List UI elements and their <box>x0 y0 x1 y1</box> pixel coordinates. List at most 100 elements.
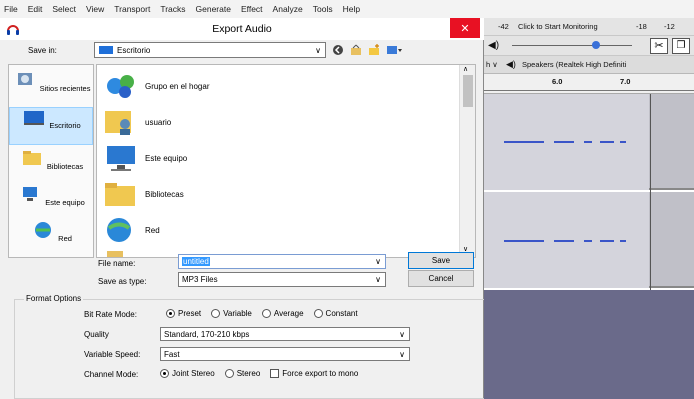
chevron-down-icon[interactable]: ∨ <box>375 257 381 266</box>
network-icon <box>35 222 52 238</box>
quality-select[interactable]: Standard, 170-210 kbps ∨ <box>160 327 410 341</box>
libraries-icon <box>105 183 135 206</box>
radio-stereo[interactable]: Stereo <box>224 369 260 378</box>
save-in-label: Save in: <box>28 46 57 55</box>
places-sidebar: Sitios recientes Escritorio Bibliotecas … <box>8 64 94 258</box>
file-name-input[interactable]: untitled ∨ <box>178 254 386 269</box>
menu-bar: File Edit Select View Transport Tracks G… <box>0 0 694 18</box>
vertical-scrollbar[interactable]: ∧ ∨ <box>459 65 475 257</box>
waveform <box>584 240 592 242</box>
radio-constant[interactable]: Constant <box>313 309 358 318</box>
menu-file[interactable]: File <box>4 4 18 14</box>
back-icon[interactable] <box>332 44 344 56</box>
list-item-bibliotecas[interactable]: Bibliotecas <box>103 179 184 209</box>
libraries-icon <box>22 151 41 165</box>
menu-analyze[interactable]: Analyze <box>273 4 303 14</box>
file-name-label: File name: <box>98 259 136 268</box>
list-item-grupo-hogar[interactable]: Grupo en el hogar <box>103 71 210 101</box>
computer-icon <box>23 187 38 201</box>
timeline-ruler[interactable]: 6.0 7.0 <box>484 74 694 94</box>
dialog-title: Export Audio <box>212 23 272 35</box>
bit-rate-mode-radios: Preset Variable Average Constant <box>166 309 368 318</box>
chevron-up-icon[interactable]: ∧ <box>463 65 468 73</box>
channel-mode-radios: Joint Stereo Stereo Force export to mono <box>160 369 368 378</box>
up-folder-icon[interactable] <box>350 44 362 56</box>
force-mono-checkbox[interactable]: Force export to mono <box>270 369 358 378</box>
place-escritorio[interactable]: Escritorio <box>9 107 93 145</box>
channel-mode-label: Channel Mode: <box>84 370 139 379</box>
computer-icon <box>107 146 135 171</box>
view-menu-icon[interactable] <box>386 44 402 56</box>
monitor-button[interactable]: Click to Start Monitoring <box>518 22 598 31</box>
audio-track-right[interactable] <box>484 192 694 288</box>
waveform <box>504 141 544 143</box>
checkbox[interactable] <box>270 369 280 378</box>
copy-icon[interactable]: ❐ <box>672 38 690 54</box>
cut-icon[interactable]: ✂ <box>650 38 668 54</box>
place-este-equipo[interactable]: Este equipo <box>9 185 93 207</box>
menu-select[interactable]: Select <box>52 4 76 14</box>
chevron-down-icon: ∨ <box>375 275 381 284</box>
save-button[interactable]: Save <box>408 252 474 269</box>
waveform <box>584 141 592 143</box>
save-as-type-label: Save as type: <box>98 277 147 286</box>
waveform <box>554 240 574 242</box>
ruler-label-6: 6.0 <box>552 77 563 86</box>
list-item-partial[interactable] <box>103 249 145 257</box>
menu-tools[interactable]: Tools <box>313 4 333 14</box>
mixer-toolbar: ◀) ✂ ❐ <box>484 36 694 56</box>
cancel-button[interactable]: Cancel <box>408 270 474 287</box>
radio-joint-stereo[interactable]: Joint Stereo <box>160 369 215 378</box>
output-device-select[interactable]: Speakers (Realtek High Definiti <box>522 60 626 69</box>
radio-preset[interactable]: Preset <box>166 309 201 318</box>
menu-generate[interactable]: Generate <box>196 4 231 14</box>
radio-variable[interactable]: Variable <box>211 309 252 318</box>
recent-places-icon <box>17 73 32 85</box>
waveform <box>600 240 614 242</box>
radio-unselected[interactable] <box>261 309 271 318</box>
bit-rate-mode-label: Bit Rate Mode: <box>84 310 137 319</box>
meter-scale-18: -18 <box>636 22 647 31</box>
radio-unselected[interactable] <box>313 309 323 318</box>
menu-view[interactable]: View <box>86 4 104 14</box>
radio-unselected[interactable] <box>224 369 234 378</box>
radio-selected[interactable] <box>166 309 175 318</box>
menu-transport[interactable]: Transport <box>114 4 150 14</box>
save-as-type-value: MP3 Files <box>182 275 218 284</box>
output-speaker-icon: ◀) <box>506 59 516 69</box>
file-list[interactable]: Grupo en el hogar usuario Este equipo Bi… <box>96 64 476 258</box>
audio-track-left[interactable] <box>484 94 694 190</box>
desktop-folder-icon <box>99 46 113 54</box>
new-folder-icon[interactable] <box>368 44 380 56</box>
variable-speed-select[interactable]: Fast ∨ <box>160 347 410 361</box>
radio-selected[interactable] <box>160 369 169 378</box>
place-red[interactable]: Red <box>9 221 93 243</box>
list-item-red[interactable]: Red <box>103 215 160 245</box>
scrollbar-thumb[interactable] <box>463 75 473 107</box>
device-toolbar: h ∨ ◀) Speakers (Realtek High Definiti <box>484 56 694 74</box>
chevron-down-icon[interactable]: h ∨ <box>486 60 498 69</box>
menu-help[interactable]: Help <box>343 4 360 14</box>
waveform <box>504 240 544 242</box>
list-item-usuario[interactable]: usuario <box>103 107 171 137</box>
volume-slider-track[interactable] <box>512 45 632 46</box>
track-area-empty[interactable] <box>484 290 694 399</box>
dialog-titlebar[interactable]: Export Audio ✕ <box>0 18 484 40</box>
close-button[interactable]: ✕ <box>450 18 480 38</box>
save-as-type-select[interactable]: MP3 Files ∨ <box>178 272 386 287</box>
radio-unselected[interactable] <box>211 309 221 318</box>
place-sitios-recientes[interactable]: Sitios recientes <box>9 71 93 93</box>
ruler-label-7: 7.0 <box>620 77 631 86</box>
volume-slider-thumb[interactable] <box>592 41 600 49</box>
menu-edit[interactable]: Edit <box>28 4 43 14</box>
menu-effect[interactable]: Effect <box>241 4 263 14</box>
desktop-icon <box>24 111 45 125</box>
homegroup-icon <box>107 75 134 98</box>
menu-tracks[interactable]: Tracks <box>160 4 185 14</box>
waveform <box>620 240 626 242</box>
save-in-select[interactable]: Escritorio ∨ <box>94 42 326 58</box>
place-bibliotecas[interactable]: Bibliotecas <box>9 149 93 171</box>
list-item-este-equipo[interactable]: Este equipo <box>103 143 187 173</box>
radio-average[interactable]: Average <box>261 309 304 318</box>
meter-scale-42: -42 <box>498 22 509 31</box>
